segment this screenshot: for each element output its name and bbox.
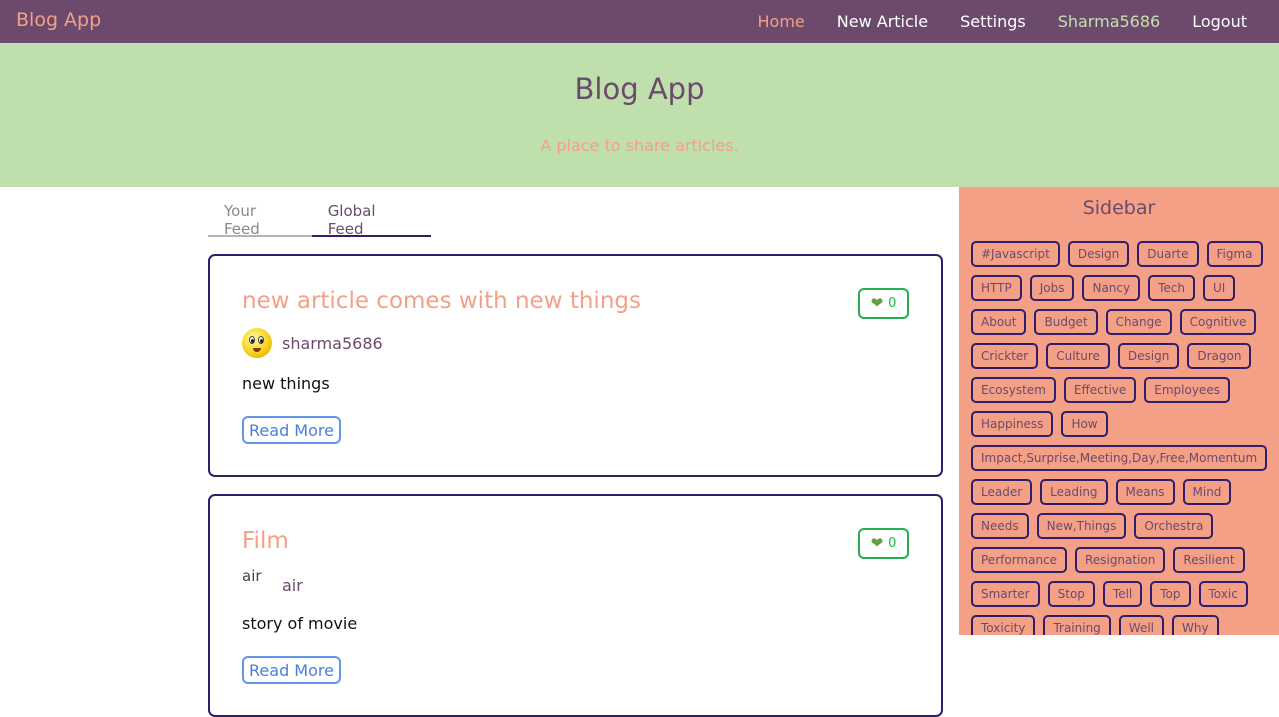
tag-pill[interactable]: Impact,Surprise,Meeting,Day,Free,Momentu… <box>971 445 1268 471</box>
nav-settings[interactable]: Settings <box>960 12 1026 31</box>
like-button[interactable]: ❤ 0 <box>858 288 909 319</box>
article-description: story of movie <box>242 614 358 633</box>
tag-pill[interactable]: Jobs <box>1029 275 1075 301</box>
nav-logout[interactable]: Logout <box>1192 12 1247 31</box>
tag-pill[interactable]: Duarte <box>1137 241 1199 267</box>
tag-pill[interactable]: Why <box>1172 615 1219 635</box>
nav-user-profile[interactable]: Sharma5686 <box>1058 12 1161 31</box>
tag-pill[interactable]: HTTP <box>971 275 1022 301</box>
tag-pill[interactable]: Employees <box>1144 377 1230 403</box>
like-count: 0 <box>888 296 897 311</box>
navbar: Blog App Home New Article Settings Sharm… <box>0 0 1279 43</box>
tag-pill[interactable]: Nancy <box>1082 275 1141 301</box>
tag-pill[interactable]: Dragon <box>1187 343 1252 369</box>
sidebar: Sidebar #Javascript Design Duarte Figma HTTP… <box>959 187 1279 635</box>
tag-pill[interactable]: Needs <box>971 513 1029 539</box>
tag-pill[interactable]: About <box>971 309 1027 335</box>
banner-title: Blog App <box>574 72 705 106</box>
sidebar-title: Sidebar <box>1082 197 1156 219</box>
tag-pill[interactable]: Orchestra <box>1134 513 1214 539</box>
tag-pill[interactable]: Ecosystem <box>971 377 1056 403</box>
author-name[interactable]: sharma5686 <box>282 334 383 353</box>
read-more-button[interactable]: Read More <box>242 656 341 684</box>
tag-pill[interactable]: Figma <box>1206 241 1263 267</box>
tag-pill[interactable]: Toxic <box>1198 581 1248 607</box>
tag-pill[interactable]: Mind <box>1182 479 1232 505</box>
tab-global-feed[interactable]: Global Feed <box>311 187 431 238</box>
tag-pill[interactable]: Resignation <box>1075 547 1166 573</box>
feed-tabs: Your Feed Global Feed <box>208 187 431 238</box>
author-info: air air <box>242 568 303 602</box>
article-card: new article comes with new things ❤ 0 sh… <box>208 254 943 477</box>
tag-pill[interactable]: Cognitive <box>1179 309 1257 335</box>
author-name[interactable]: air <box>282 576 303 595</box>
tag-pill[interactable]: Effective <box>1063 377 1137 403</box>
tag-pill[interactable]: Tell <box>1102 581 1143 607</box>
tag-pill[interactable]: Stop <box>1047 581 1095 607</box>
tag-pill[interactable]: Budget <box>1034 309 1098 335</box>
tag-pill[interactable]: Performance <box>971 547 1068 573</box>
tag-pill[interactable]: Training <box>1043 615 1111 635</box>
broken-image-icon[interactable]: air <box>242 568 272 602</box>
tag-pill[interactable]: UI <box>1203 275 1236 301</box>
article-title[interactable]: new article comes with new things <box>242 288 641 314</box>
tag-list: #Javascript Design Duarte Figma HTTP Jobs Nanc… <box>971 241 1268 635</box>
banner-subtitle: A place to share articles. <box>540 136 739 155</box>
tag-pill[interactable]: Toxicity <box>971 615 1036 635</box>
tag-pill[interactable]: Resilient <box>1173 547 1245 573</box>
article-title[interactable]: Film <box>242 528 289 554</box>
nav-home[interactable]: Home <box>758 12 805 31</box>
brand-logo[interactable]: Blog App <box>16 9 101 31</box>
tag-pill[interactable]: Happiness <box>971 411 1054 437</box>
read-more-button[interactable]: Read More <box>242 416 341 444</box>
tab-your-feed[interactable]: Your Feed <box>208 187 312 238</box>
tag-pill[interactable]: Culture <box>1046 343 1110 369</box>
nav-new-article[interactable]: New Article <box>837 12 928 31</box>
tag-pill[interactable]: Means <box>1115 479 1175 505</box>
tag-pill[interactable]: Well <box>1118 615 1165 635</box>
tag-pill[interactable]: Design <box>1117 343 1180 369</box>
tag-pill[interactable]: Design <box>1067 241 1130 267</box>
tag-pill[interactable]: Top <box>1150 581 1191 607</box>
article-card: Film ❤ 0 air air story of movie Read Mor… <box>208 494 943 717</box>
tag-pill[interactable]: Change <box>1105 309 1172 335</box>
heart-icon: ❤ <box>870 534 884 552</box>
tag-pill[interactable]: Leading <box>1040 479 1108 505</box>
hero-banner: Blog App A place to share articles. <box>0 43 1279 187</box>
tag-pill[interactable]: #Javascript <box>971 241 1060 267</box>
heart-icon: ❤ <box>870 294 884 312</box>
nav-links: Home New Article Settings Sharma5686 Log… <box>758 0 1247 43</box>
author-info: sharma5686 <box>242 328 383 358</box>
like-button[interactable]: ❤ 0 <box>858 528 909 559</box>
article-description: new things <box>242 374 330 393</box>
tag-pill[interactable]: Smarter <box>971 581 1040 607</box>
tag-pill[interactable]: New,Things <box>1036 513 1127 539</box>
tag-pill[interactable]: How <box>1061 411 1108 437</box>
tag-pill[interactable]: Crickter <box>971 343 1039 369</box>
smiley-face-icon[interactable] <box>242 328 272 358</box>
tag-pill[interactable]: Tech <box>1148 275 1195 301</box>
tag-pill[interactable]: Leader <box>971 479 1033 505</box>
like-count: 0 <box>888 536 897 551</box>
